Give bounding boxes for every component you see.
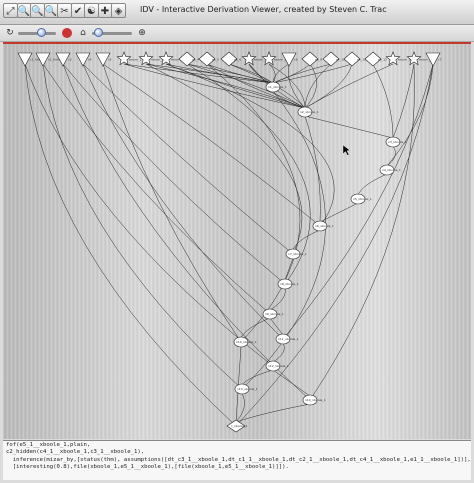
- node-label: n11_xboole_1: [278, 337, 299, 341]
- detail-line: inference(mizar_by,[status(thm), assumpt…: [6, 456, 471, 463]
- derivation-edge: [284, 257, 294, 281]
- mouse-cursor-icon: [342, 144, 351, 156]
- node-label: n13_xboole_1: [237, 387, 258, 391]
- derivation-edge: [272, 63, 332, 84]
- leaf-label: c3: [68, 58, 72, 62]
- node-label: n12_xboole_1: [268, 364, 289, 368]
- derivation-edge: [241, 369, 274, 386]
- derivation-edge: [288, 63, 306, 109]
- derivation-edge: [24, 63, 237, 427]
- derivation-edge: [82, 63, 284, 340]
- derivation-edge: [309, 63, 415, 401]
- graph-canvas[interactable]: c1_hidden c2_hidden c3 c4 c5 axiom_1 axiom_2 ax…: [3, 44, 471, 441]
- node-label: n8_xboole_1: [280, 282, 299, 286]
- edge-layer: [24, 63, 434, 427]
- leaf-label: ax_4: [192, 58, 199, 62]
- leaf-label: axiom_1: [129, 58, 142, 62]
- tool-button-9[interactable]: ◈: [111, 3, 126, 18]
- derivation-edge: [304, 115, 321, 223]
- node-label: n10_xboole_1: [236, 340, 257, 344]
- title-bar: ⤢ 🔍 🔍 🔍 ✂ ✔ ☯ ✚ ◈ IDV - Interactive Derivation V…: [0, 0, 474, 25]
- lock-icon[interactable]: ⌂: [77, 27, 89, 39]
- leaf-label: c7: [438, 58, 442, 62]
- node-label: n6_xboole_1: [315, 224, 334, 228]
- derivation-edge: [82, 63, 294, 255]
- node-label: n4_xboole_1: [382, 168, 401, 172]
- node-label: n9_xboole_1: [265, 312, 284, 316]
- leaf-label: ax_11: [357, 58, 366, 62]
- derivation-edge: [62, 63, 311, 401]
- node-label: n14_xboole_1: [305, 398, 326, 402]
- node-label: n3_xboole_1: [388, 140, 407, 144]
- derivation-edge: [42, 63, 243, 390]
- derivation-edge: [272, 63, 311, 84]
- zoom-icon[interactable]: ⊕: [136, 27, 148, 39]
- derivation-edge: [206, 63, 301, 343]
- derivation-edge: [235, 63, 434, 427]
- formula-details-panel[interactable]: fof(e5_1__xboole_1,plain, c2_hidden(c4_1…: [3, 440, 471, 480]
- node-label: n2_xboole_1: [300, 110, 319, 114]
- control-bar: ↻ ⌂ ⊕: [0, 25, 474, 42]
- leaf-label: c6: [294, 58, 298, 62]
- derivation-edge: [240, 317, 271, 339]
- slider-1-knob[interactable]: [36, 28, 46, 37]
- leaf-label: c5: [108, 58, 112, 62]
- derivation-graph[interactable]: c1_hidden c2_hidden c3 c4 c5 axiom_1 axiom_2 ax…: [3, 42, 471, 439]
- leaf-label: ax_10: [336, 58, 345, 62]
- derivation-edge: [357, 173, 388, 196]
- window-title: IDV - Interactive Derivation Viewer, cre…: [140, 5, 387, 14]
- derivation-edge: [24, 63, 274, 367]
- derivation-edge: [62, 63, 286, 285]
- derivation-edge: [392, 63, 415, 139]
- unwrap-icon[interactable]: ↻: [4, 27, 16, 39]
- leaf-label: ax_6: [234, 58, 241, 62]
- leaf-label: c4: [88, 58, 92, 62]
- derivation-edge: [235, 392, 245, 423]
- idv-window: ⤢ 🔍 🔍 🔍 ✂ ✔ ☯ ✚ ◈ IDV - Interactive Derivation V…: [0, 0, 474, 483]
- zoom-out-button[interactable]: 🔍: [30, 3, 45, 18]
- node-label: n5_xboole_1: [353, 197, 372, 201]
- slider-2-knob[interactable]: [94, 28, 103, 37]
- zoom-fit-button[interactable]: ⤢: [3, 3, 18, 18]
- detail-line: c2_hidden(c4_1__xboole_1,c3_1__xboole_1)…: [6, 449, 145, 456]
- derivation-edge: [304, 63, 332, 109]
- node-label: c_xboole_1: [231, 424, 248, 428]
- derivation-edge: [102, 63, 242, 343]
- derivation-edge: [235, 403, 311, 423]
- derivation-edge: [268, 63, 276, 84]
- node-label: n7_xboole_1: [288, 252, 307, 256]
- detail-line: [interesting(0.8),file(xboole_1,e5_1__xb…: [6, 464, 289, 471]
- leaf-layer: c1_hidden c2_hidden c3 c4 c5 axiom_1 axiom_2 ax…: [17, 51, 442, 67]
- derivation-edge: [304, 63, 394, 109]
- derivation-edge: [145, 63, 303, 255]
- detail-line: fof(e5_1__xboole_1,plain,: [6, 442, 91, 448]
- derivation-edge: [386, 145, 396, 167]
- derivation-edge: [372, 63, 394, 139]
- node-label: n1_xboole_1: [268, 85, 287, 89]
- prune-button[interactable]: ✂: [57, 3, 72, 18]
- leaf-label: ax_9: [315, 58, 322, 62]
- derivation-edge: [269, 287, 286, 311]
- derivation-edge: [304, 115, 394, 139]
- leaf-label: ax_12: [378, 58, 387, 62]
- stop-icon[interactable]: [62, 28, 72, 38]
- leaf-label: ax_5: [212, 58, 219, 62]
- tptp-logo-button[interactable]: ☯: [84, 3, 99, 18]
